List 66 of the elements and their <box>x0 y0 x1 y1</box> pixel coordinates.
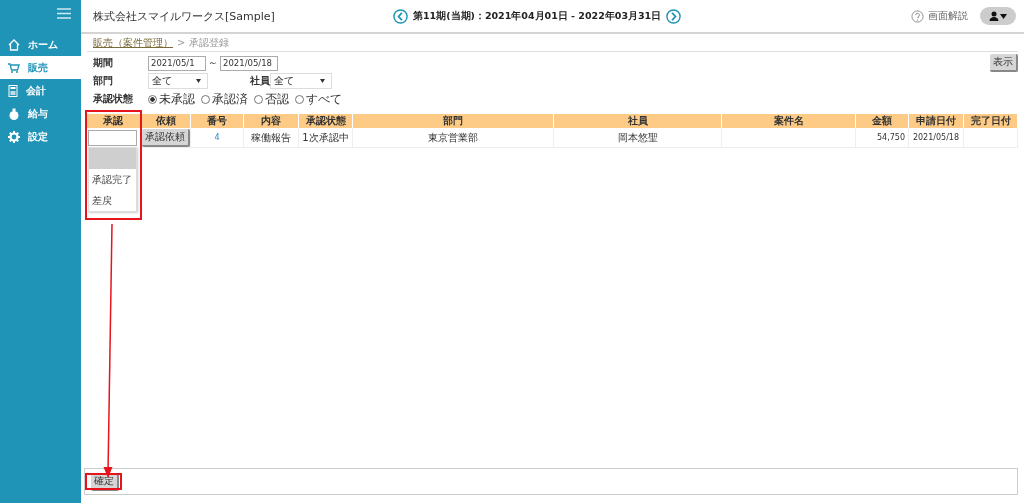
table-cell: 2021/05/18 <box>909 128 964 148</box>
next-icon[interactable] <box>666 8 682 24</box>
date-field[interactable]: 2021/05/18 <box>220 55 278 71</box>
sidebar-item[interactable]: 販売 <box>0 56 81 79</box>
column-header: 依頼 <box>141 114 191 128</box>
breadcrumb-link[interactable]: 販売（案件管理） <box>93 35 173 50</box>
request-button[interactable]: 承認依頼 <box>141 128 190 147</box>
sidebar-item[interactable]: 給与 <box>0 102 81 125</box>
radio-label: 否認 <box>265 90 289 108</box>
previous-icon[interactable] <box>393 8 408 24</box>
sidebar-item[interactable]: 会計 <box>0 79 81 102</box>
dropdown-option[interactable]: 承認完了 <box>89 169 136 190</box>
column-header: 金額 <box>856 114 909 128</box>
money-bag-icon <box>8 107 20 120</box>
menu-icon[interactable] <box>57 8 71 19</box>
column-header: 承認 <box>85 114 141 128</box>
column-header: 番号 <box>191 114 244 128</box>
cart-icon <box>8 61 20 74</box>
column-header: 完了日付 <box>964 114 1018 128</box>
status-label: 承認状態 <box>93 92 134 106</box>
radio-label: 未承認 <box>159 90 195 108</box>
approval-select[interactable] <box>88 130 137 146</box>
column-header: 内容 <box>244 114 299 128</box>
column-header: 案件名 <box>722 114 856 128</box>
period-label: 期間 <box>93 56 114 70</box>
user-icon <box>989 11 999 21</box>
dropdown-option[interactable]: 差戻 <box>89 190 136 211</box>
sidebar-item[interactable]: ホーム <box>0 33 81 56</box>
column-header: 申請日付 <box>909 114 964 128</box>
breadcrumb-separator: > <box>177 37 186 48</box>
table-cell: 稼働報告 <box>244 128 299 148</box>
radio-button[interactable] <box>201 94 210 104</box>
table-cell: 岡本悠聖 <box>554 128 722 148</box>
radio-button[interactable] <box>254 94 263 104</box>
house-icon <box>8 38 20 51</box>
radio-label: すべて <box>306 90 342 108</box>
staff-label: 社員 <box>250 74 270 88</box>
department-label: 部門 <box>93 74 114 88</box>
caret-icon <box>196 79 201 83</box>
column-header: 部門 <box>353 114 554 128</box>
help-link[interactable]: 画面解説 <box>928 9 968 23</box>
caret-icon <box>320 79 325 83</box>
table-cell[interactable]: 4 <box>191 128 244 148</box>
caret-icon <box>1000 13 1007 19</box>
column-header: 承認状態 <box>299 114 353 128</box>
show-button[interactable]: 表示 <box>990 54 1018 72</box>
table-cell: 1次承認中 <box>299 128 353 148</box>
settings-icon <box>8 130 20 143</box>
user-menu-button[interactable] <box>980 7 1016 25</box>
date-field[interactable]: 2021/05/1 <box>148 55 206 71</box>
column-header: 社員 <box>554 114 722 128</box>
help-icon[interactable] <box>911 9 924 23</box>
table-cell <box>964 128 1018 148</box>
table-cell: 54,750 <box>856 128 909 148</box>
fiscal-period: 第11期(当期)：2021年04月01日 - 2022年03月31日 <box>413 9 662 23</box>
radio-label: 承認済 <box>212 90 248 108</box>
calculator-icon <box>8 84 18 97</box>
staff-select[interactable]: 全て <box>270 73 332 89</box>
sidebar-item[interactable]: 設定 <box>0 125 81 148</box>
range-separator: ～ <box>208 56 218 70</box>
company-name: 株式会社スマイルワークス[Sample] <box>93 8 276 24</box>
radio-button[interactable] <box>148 94 157 104</box>
table-cell: 東京営業部 <box>353 128 554 148</box>
radio-button[interactable] <box>295 94 304 104</box>
department-select[interactable]: 全て <box>148 73 208 89</box>
breadcrumb-current: 承認登録 <box>189 35 230 50</box>
